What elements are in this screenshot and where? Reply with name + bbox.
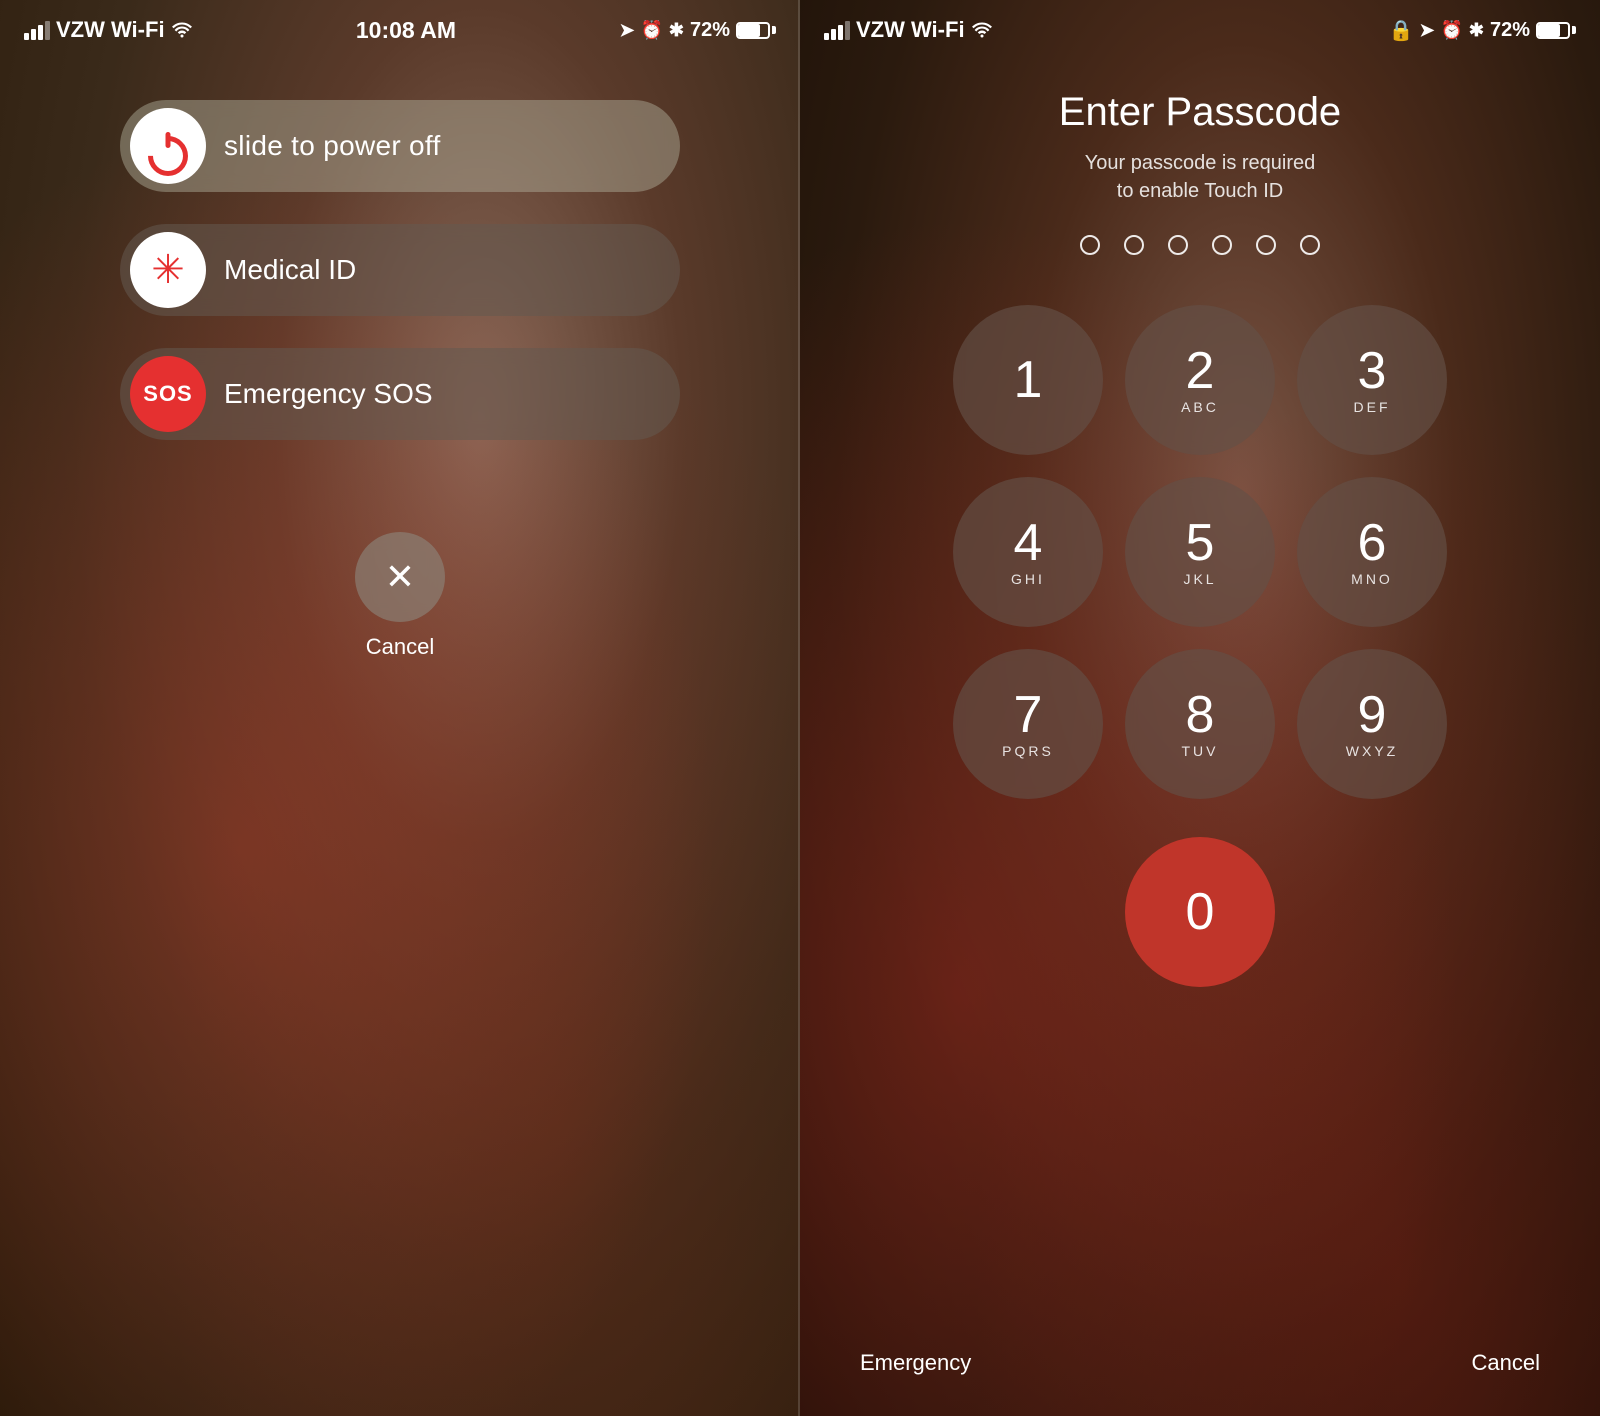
numpad-key-6-main: 6 bbox=[1358, 517, 1387, 569]
passcode-dot-4 bbox=[1212, 235, 1232, 255]
numpad-key-7[interactable]: 7 PQRS bbox=[953, 649, 1103, 799]
right-battery-icon bbox=[1536, 22, 1576, 39]
numpad-key-0-main: 0 bbox=[1186, 886, 1215, 938]
numpad-key-7-main: 7 bbox=[1014, 689, 1043, 741]
numpad-key-4-sub: GHI bbox=[1011, 571, 1045, 587]
passcode-content: Enter Passcode Your passcode is required… bbox=[800, 70, 1600, 1007]
right-status-left: VZW Wi-Fi bbox=[824, 17, 993, 43]
numpad-key-4-main: 4 bbox=[1014, 517, 1043, 569]
right-signal-bars-icon bbox=[824, 21, 850, 40]
right-battery-percent-label: 72% bbox=[1490, 19, 1530, 42]
cancel-button[interactable]: ✕ bbox=[355, 532, 445, 622]
numpad-key-8-main: 8 bbox=[1186, 689, 1215, 741]
numpad: 1 2 ABC 3 DEF 4 GHI 5 JKL 6 MNO 7 PQRS 8 TUV 9 WXYZ bbox=[953, 305, 1447, 799]
asterisk-icon: ✳ bbox=[151, 247, 185, 293]
medical-id-button[interactable]: ✳ Medical ID bbox=[120, 224, 680, 316]
numpad-key-2-main: 2 bbox=[1186, 345, 1215, 397]
passcode-subtitle: Your passcode is requiredto enable Touch… bbox=[1085, 149, 1316, 205]
left-main-content: slide to power off ✳ Medical ID SOS Emer… bbox=[0, 80, 800, 680]
numpad-key-8[interactable]: 8 TUV bbox=[1125, 649, 1275, 799]
carrier-label: VZW Wi-Fi bbox=[56, 17, 165, 43]
sos-icon-circle: SOS bbox=[130, 356, 206, 432]
emergency-sos-label: Emergency SOS bbox=[224, 378, 433, 410]
battery-percent-label: 72% bbox=[690, 19, 730, 42]
right-wifi-icon bbox=[971, 22, 993, 38]
passcode-dot-2 bbox=[1124, 235, 1144, 255]
cancel-label: Cancel bbox=[366, 634, 434, 660]
emergency-footer-button[interactable]: Emergency bbox=[860, 1350, 971, 1376]
numpad-key-9[interactable]: 9 WXYZ bbox=[1297, 649, 1447, 799]
numpad-key-5-main: 5 bbox=[1186, 517, 1215, 569]
medical-id-icon-circle: ✳ bbox=[130, 232, 206, 308]
passcode-dot-3 bbox=[1168, 235, 1188, 255]
left-status-bar: VZW Wi-Fi 10:08 AM ➤ ⏰ ✱ 72% bbox=[0, 0, 800, 60]
alarm-icon: ⏰ bbox=[640, 20, 662, 41]
right-status-bar: VZW Wi-Fi 🔒 ➤ ⏰ ✱ 72% bbox=[800, 0, 1600, 60]
passcode-dot-1 bbox=[1080, 235, 1100, 255]
signal-bars-icon bbox=[24, 21, 50, 40]
numpad-key-1-main: 1 bbox=[1014, 354, 1043, 406]
cancel-area: ✕ Cancel bbox=[355, 532, 445, 660]
right-carrier-label: VZW Wi-Fi bbox=[856, 17, 965, 43]
left-time: 10:08 AM bbox=[356, 17, 456, 44]
numpad-key-5-sub: JKL bbox=[1183, 571, 1216, 587]
power-icon-circle bbox=[130, 108, 206, 184]
passcode-dots bbox=[1080, 235, 1320, 255]
numpad-key-3-main: 3 bbox=[1358, 345, 1387, 397]
numpad-key-7-sub: PQRS bbox=[1002, 743, 1054, 759]
right-status-right: 🔒 ➤ ⏰ ✱ 72% bbox=[1388, 18, 1576, 43]
battery-icon bbox=[736, 22, 776, 39]
right-alarm-icon: ⏰ bbox=[1440, 20, 1462, 41]
bluetooth-icon: ✱ bbox=[669, 20, 684, 41]
right-bluetooth-icon: ✱ bbox=[1469, 20, 1484, 41]
slide-to-power-off-label: slide to power off bbox=[224, 130, 441, 162]
power-symbol-icon bbox=[150, 128, 186, 164]
passcode-footer: Emergency Cancel bbox=[800, 1350, 1600, 1376]
passcode-dot-5 bbox=[1256, 235, 1276, 255]
cancel-x-icon: ✕ bbox=[385, 559, 415, 595]
right-lock-icon: 🔒 bbox=[1388, 18, 1413, 43]
emergency-sos-button[interactable]: SOS Emergency SOS bbox=[120, 348, 680, 440]
numpad-key-2[interactable]: 2 ABC bbox=[1125, 305, 1275, 455]
passcode-title: Enter Passcode bbox=[1059, 90, 1341, 135]
passcode-dot-6 bbox=[1300, 235, 1320, 255]
numpad-key-8-sub: TUV bbox=[1182, 743, 1219, 759]
numpad-key-6[interactable]: 6 MNO bbox=[1297, 477, 1447, 627]
sos-text-icon: SOS bbox=[143, 381, 192, 407]
right-location-icon: ➤ bbox=[1419, 20, 1434, 41]
slide-to-power-off-button[interactable]: slide to power off bbox=[120, 100, 680, 192]
left-status-right: ➤ ⏰ ✱ 72% bbox=[619, 19, 776, 42]
left-status-left: VZW Wi-Fi bbox=[24, 17, 193, 43]
numpad-key-3-sub: DEF bbox=[1354, 399, 1391, 415]
numpad-key-0[interactable]: 0 bbox=[1125, 837, 1275, 987]
numpad-key-4[interactable]: 4 GHI bbox=[953, 477, 1103, 627]
left-phone: VZW Wi-Fi 10:08 AM ➤ ⏰ ✱ 72% bbox=[0, 0, 800, 1416]
numpad-key-9-main: 9 bbox=[1358, 689, 1387, 741]
cancel-footer-button[interactable]: Cancel bbox=[1472, 1350, 1540, 1376]
numpad-key-3[interactable]: 3 DEF bbox=[1297, 305, 1447, 455]
numpad-key-6-sub: MNO bbox=[1351, 571, 1393, 587]
wifi-icon bbox=[171, 22, 193, 38]
numpad-key-2-sub: ABC bbox=[1181, 399, 1219, 415]
numpad-key-5[interactable]: 5 JKL bbox=[1125, 477, 1275, 627]
numpad-key-1[interactable]: 1 bbox=[953, 305, 1103, 455]
right-phone: VZW Wi-Fi 🔒 ➤ ⏰ ✱ 72% Enter Passcode You… bbox=[800, 0, 1600, 1416]
medical-id-label: Medical ID bbox=[224, 254, 356, 286]
location-icon: ➤ bbox=[619, 20, 634, 41]
numpad-key-9-sub: WXYZ bbox=[1346, 743, 1398, 759]
